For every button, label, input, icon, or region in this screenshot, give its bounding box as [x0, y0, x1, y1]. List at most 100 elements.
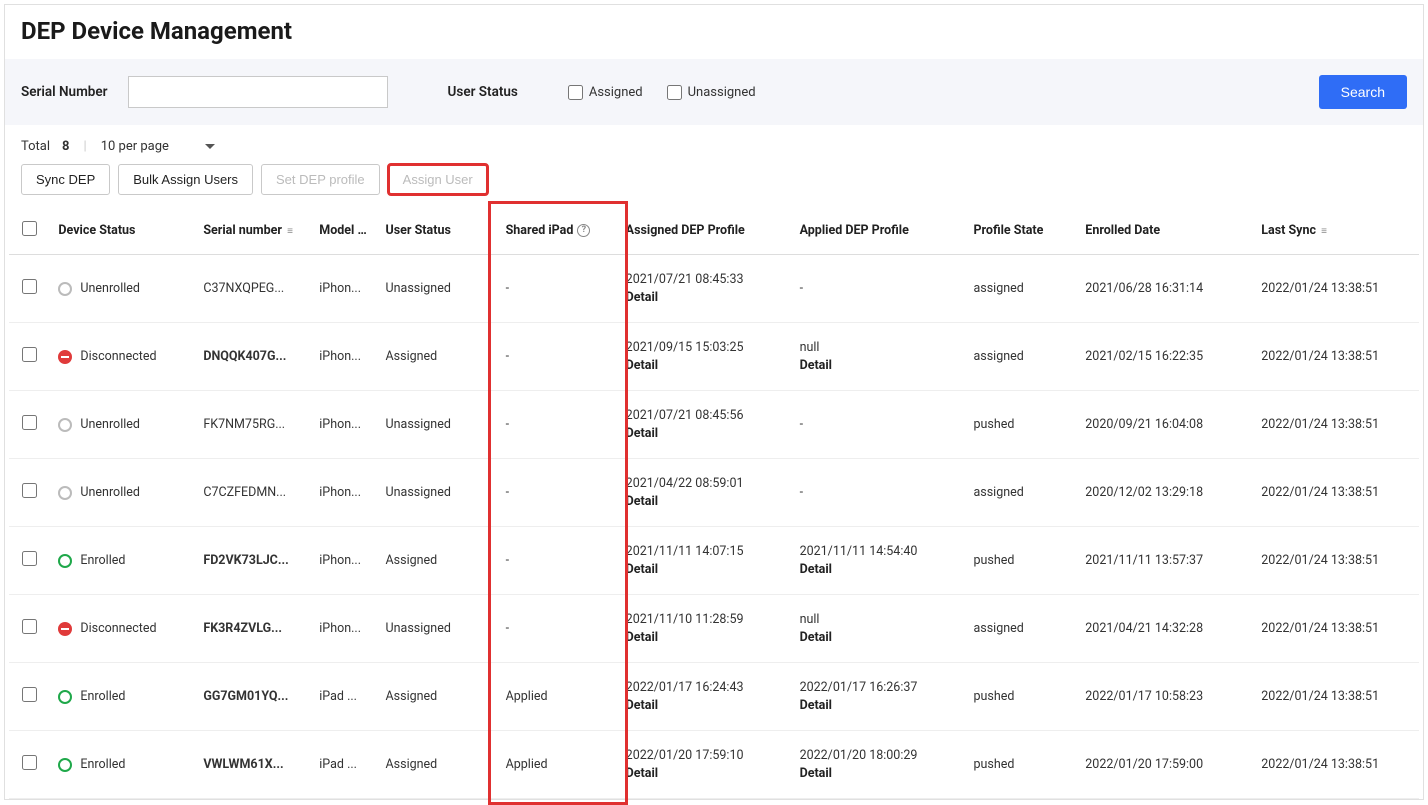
sort-icon: ≡ [287, 226, 293, 237]
applied-dep-cell: 2022/01/20 18:00:29Detail [792, 731, 966, 799]
applied-dep-timestamp: 2021/11/11 14:54:40 [800, 543, 958, 561]
assigned-dep-detail-link[interactable]: Detail [626, 765, 784, 783]
row-checkbox[interactable] [22, 347, 37, 362]
applied-dep-detail-link[interactable]: Detail [800, 561, 958, 579]
applied-dep-detail-link[interactable]: Detail [800, 357, 958, 375]
last-sync-cell: 2022/01/24 13:38:51 [1253, 255, 1419, 323]
col-profile-state[interactable]: Profile State [965, 207, 1077, 255]
shared-ipad-cell: Applied [498, 731, 618, 799]
col-applied-dep[interactable]: Applied DEP Profile [792, 207, 966, 255]
help-icon[interactable]: ? [577, 224, 590, 237]
enrolled-date-cell: 2021/11/11 13:57:37 [1077, 527, 1253, 595]
select-all-checkbox[interactable] [22, 221, 37, 236]
per-page-selector[interactable]: 10 per page [101, 139, 215, 154]
col-model-name[interactable]: Model Name [311, 207, 377, 255]
assigned-checkbox[interactable] [568, 85, 583, 100]
toolbar: Total 8 | 10 per page [5, 125, 1423, 164]
assigned-dep-detail-link[interactable]: Detail [626, 561, 784, 579]
row-checkbox[interactable] [22, 415, 37, 430]
table-row: EnrolledFD2VK73LJC...iPhon...Assigned-20… [9, 527, 1419, 595]
row-checkbox[interactable] [22, 279, 37, 294]
device-status-text: Unenrolled [80, 281, 140, 296]
shared-ipad-cell: - [498, 595, 618, 663]
model-cell: iPhon... [311, 391, 377, 459]
assigned-dep-detail-link[interactable]: Detail [626, 629, 784, 647]
enrolled-date-cell: 2021/02/15 16:22:35 [1077, 323, 1253, 391]
applied-dep-cell: nullDetail [792, 323, 966, 391]
model-cell: iPhon... [311, 459, 377, 527]
model-cell: iPad ... [311, 663, 377, 731]
assigned-dep-timestamp: 2021/04/22 08:59:01 [626, 475, 784, 493]
user-status-cell: Assigned [378, 527, 498, 595]
applied-dep-cell: - [792, 255, 966, 323]
unenrolled-icon [58, 486, 72, 500]
col-device-status[interactable]: Device Status [50, 207, 195, 255]
assigned-dep-timestamp: 2022/01/20 17:59:10 [626, 747, 784, 765]
sort-icon: ≡ [1321, 226, 1327, 237]
enrolled-icon [58, 758, 72, 772]
assigned-dep-detail-link[interactable]: Detail [626, 493, 784, 511]
unassigned-checkbox[interactable] [667, 85, 682, 100]
row-checkbox[interactable] [22, 551, 37, 566]
last-sync-cell: 2022/01/24 13:38:51 [1253, 391, 1419, 459]
device-status-text: Unenrolled [80, 417, 140, 432]
row-checkbox[interactable] [22, 755, 37, 770]
disconnected-icon [58, 622, 72, 636]
enrolled-icon [58, 554, 72, 568]
profile-state-cell: pushed [965, 663, 1077, 731]
assigned-dep-detail-link[interactable]: Detail [626, 425, 784, 443]
col-assigned-dep[interactable]: Assigned DEP Profile [618, 207, 792, 255]
device-status-text: Disconnected [80, 621, 156, 636]
table-row: EnrolledGG7GM01YQ...iPad ...AssignedAppl… [9, 663, 1419, 731]
serial-number-input[interactable] [128, 76, 388, 108]
serial-number-cell: C7CZFEDMN... [195, 459, 311, 527]
action-row: Sync DEP Bulk Assign Users Set DEP profi… [5, 164, 1423, 207]
applied-dep-cell: 2021/11/11 14:54:40Detail [792, 527, 966, 595]
profile-state-cell: assigned [965, 255, 1077, 323]
filter-bar: Serial Number User Status Assigned Unass… [5, 59, 1423, 125]
serial-number-cell: C37NXQPEG... [195, 255, 311, 323]
col-shared-ipad[interactable]: Shared iPad? [498, 207, 618, 255]
table-header-row: Device Status Serial number ≡ Model Name… [9, 207, 1419, 255]
user-status-cell: Assigned [378, 323, 498, 391]
applied-dep-detail-link[interactable]: Detail [800, 629, 958, 647]
serial-number-cell: FK7NM75RG... [195, 391, 311, 459]
device-status-text: Enrolled [80, 553, 125, 568]
shared-ipad-cell: - [498, 459, 618, 527]
assigned-dep-detail-link[interactable]: Detail [626, 289, 784, 307]
enrolled-icon [58, 690, 72, 704]
enrolled-date-cell: 2020/09/21 16:04:08 [1077, 391, 1253, 459]
user-status-cell: Unassigned [378, 255, 498, 323]
table-row: UnenrolledC7CZFEDMN...iPhon...Unassigned… [9, 459, 1419, 527]
row-checkbox[interactable] [22, 619, 37, 634]
device-status-text: Disconnected [80, 349, 156, 364]
set-dep-profile-button[interactable]: Set DEP profile [261, 164, 380, 195]
table-row: DisconnectedDNQQK407G...iPhon...Assigned… [9, 323, 1419, 391]
assign-user-button[interactable]: Assign User [388, 164, 488, 195]
model-cell: iPhon... [311, 323, 377, 391]
model-cell: iPhon... [311, 595, 377, 663]
col-serial-number[interactable]: Serial number ≡ [195, 207, 311, 255]
table-row: UnenrolledFK7NM75RG...iPhon...Unassigned… [9, 391, 1419, 459]
applied-dep-detail-link[interactable]: Detail [800, 765, 958, 783]
assigned-dep-timestamp: 2021/11/11 14:07:15 [626, 543, 784, 561]
col-enrolled-date[interactable]: Enrolled Date [1077, 207, 1253, 255]
row-checkbox[interactable] [22, 687, 37, 702]
page-title: DEP Device Management [5, 5, 1423, 59]
applied-dep-detail-link[interactable]: Detail [800, 697, 958, 715]
applied-dep-cell: 2022/01/17 16:26:37Detail [792, 663, 966, 731]
search-button[interactable]: Search [1319, 75, 1407, 109]
col-last-sync[interactable]: Last Sync ≡ [1253, 207, 1419, 255]
assigned-dep-timestamp: 2021/09/15 15:03:25 [626, 339, 784, 357]
col-user-status[interactable]: User Status [378, 207, 498, 255]
assigned-dep-detail-link[interactable]: Detail [626, 357, 784, 375]
applied-dep-timestamp: 2022/01/17 16:26:37 [800, 679, 958, 697]
sync-dep-button[interactable]: Sync DEP [21, 164, 110, 195]
bulk-assign-users-button[interactable]: Bulk Assign Users [118, 164, 253, 195]
user-status-cell: Assigned [378, 663, 498, 731]
assigned-dep-detail-link[interactable]: Detail [626, 697, 784, 715]
enrolled-date-cell: 2021/06/28 16:31:14 [1077, 255, 1253, 323]
enrolled-date-cell: 2022/01/20 17:59:00 [1077, 731, 1253, 799]
profile-state-cell: pushed [965, 731, 1077, 799]
row-checkbox[interactable] [22, 483, 37, 498]
